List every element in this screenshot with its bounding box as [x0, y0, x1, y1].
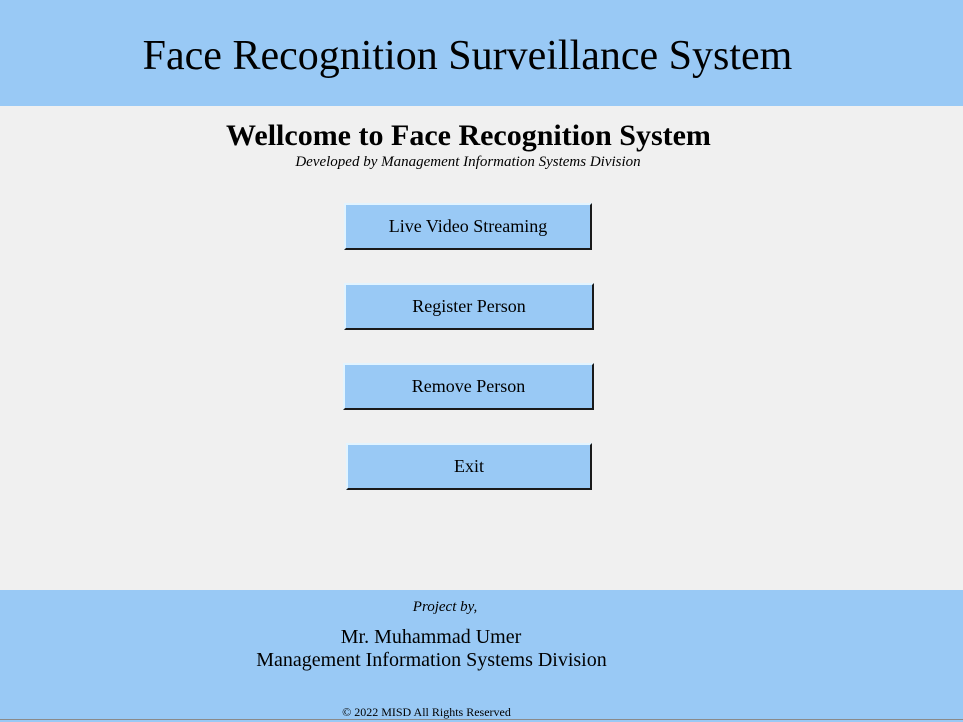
author-name: Mr. Muhammad Umer — [340, 626, 522, 648]
register-person-button[interactable]: Register Person — [344, 283, 594, 330]
developed-by-subtitle: Developed by Management Information Syst… — [295, 154, 641, 170]
live-video-streaming-button[interactable]: Live Video Streaming — [344, 203, 592, 250]
window-bottom-border — [0, 719, 963, 720]
author-division: Management Information Systems Division — [256, 649, 607, 671]
footer-banner: Project by, Mr. Muhammad Umer Management… — [0, 590, 963, 722]
app-window: Face Recognition Surveillance System Wel… — [0, 0, 963, 722]
remove-person-button[interactable]: Remove Person — [343, 363, 594, 410]
copyright-notice: © 2022 MISD All Rights Reserved — [342, 705, 511, 719]
welcome-heading: Wellcome to Face Recognition System — [226, 119, 711, 152]
header-banner: Face Recognition Surveillance System — [0, 0, 963, 106]
project-by-label: Project by, — [412, 599, 478, 615]
exit-button[interactable]: Exit — [346, 443, 592, 490]
app-title: Face Recognition Surveillance System — [142, 33, 793, 79]
